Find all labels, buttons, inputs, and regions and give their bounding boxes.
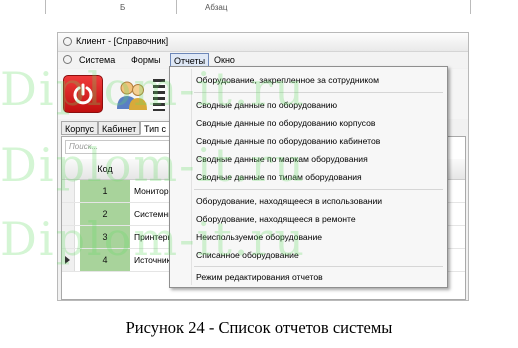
menu-separator <box>194 266 443 267</box>
film-icon[interactable] <box>153 79 165 111</box>
menu-separator <box>194 92 443 93</box>
tab-type[interactable]: Тип с <box>140 121 171 135</box>
menu-item-summary-cabinets[interactable]: Сводные данные по оборудованию кабинетов <box>196 134 380 148</box>
menu-item-in-use[interactable]: Оборудование, находящееся в использовани… <box>196 194 382 208</box>
cell-code: 3 <box>80 226 130 248</box>
tab-building[interactable]: Корпус <box>61 121 99 135</box>
menu-forms[interactable]: Формы <box>128 53 164 67</box>
ruler-label-right: Абзац <box>205 3 228 12</box>
row-indicator <box>62 180 75 202</box>
ruler-mark <box>45 0 46 14</box>
reports-dropdown-menu: Оборудование, закрепленное за сотруднико… <box>169 66 448 288</box>
menu-separator <box>194 189 443 190</box>
menu-item-summary-types[interactable]: Сводные данные по типам оборудования <box>196 170 362 184</box>
current-row-arrow-icon <box>65 256 70 264</box>
menu-item-summary-equipment[interactable]: Сводные данные по оборудованию <box>196 98 337 112</box>
users-icon[interactable] <box>114 77 150 113</box>
figure-caption: Рисунок 24 - Список отчетов системы <box>125 318 393 337</box>
ruler-mark <box>470 0 471 14</box>
menu-item-unused[interactable]: Неиспользуемое оборудование <box>196 230 322 244</box>
power-icon[interactable] <box>63 75 103 113</box>
cell-code: 1 <box>80 180 130 202</box>
menu-item-summary-buildings[interactable]: Сводные данные по оборудованию корпусов <box>196 116 375 130</box>
cell-code: 2 <box>80 203 130 225</box>
column-header-code[interactable]: Код <box>80 159 130 179</box>
cell-name: Источник <box>134 255 171 265</box>
row-indicator <box>62 203 75 225</box>
menu-reports[interactable]: Отчеты <box>170 53 210 67</box>
app-icon <box>63 37 72 46</box>
menu-item-equipment-by-employee[interactable]: Оборудование, закрепленное за сотруднико… <box>196 73 379 87</box>
menu-item-summary-brands[interactable]: Сводные данные по маркам оборудования <box>196 152 368 166</box>
menu-system[interactable]: Система <box>76 53 118 67</box>
title-bar: Клиент - [Справочник] <box>58 33 468 52</box>
row-indicator <box>62 249 75 271</box>
system-menu-icon[interactable] <box>63 55 72 64</box>
window-title: Клиент - [Справочник] <box>76 36 169 46</box>
menu-item-edit-reports[interactable]: Режим редактирования отчетов <box>196 270 323 284</box>
cell-code: 4 <box>80 249 130 271</box>
menu-window[interactable]: Окно <box>211 53 238 67</box>
tab-cabinet[interactable]: Кабинет <box>98 121 141 135</box>
menu-item-in-repair[interactable]: Оборудование, находящееся в ремонте <box>196 212 356 226</box>
cell-name: Принтеры <box>134 232 174 242</box>
menu-icon-gutter <box>191 69 192 285</box>
document-ruler: Б Абзац <box>0 0 518 16</box>
menu-item-written-off[interactable]: Списанное оборудование <box>196 248 299 262</box>
ruler-label-left: Б <box>120 3 126 12</box>
row-indicator <box>62 226 75 248</box>
ruler-mark <box>176 0 177 14</box>
